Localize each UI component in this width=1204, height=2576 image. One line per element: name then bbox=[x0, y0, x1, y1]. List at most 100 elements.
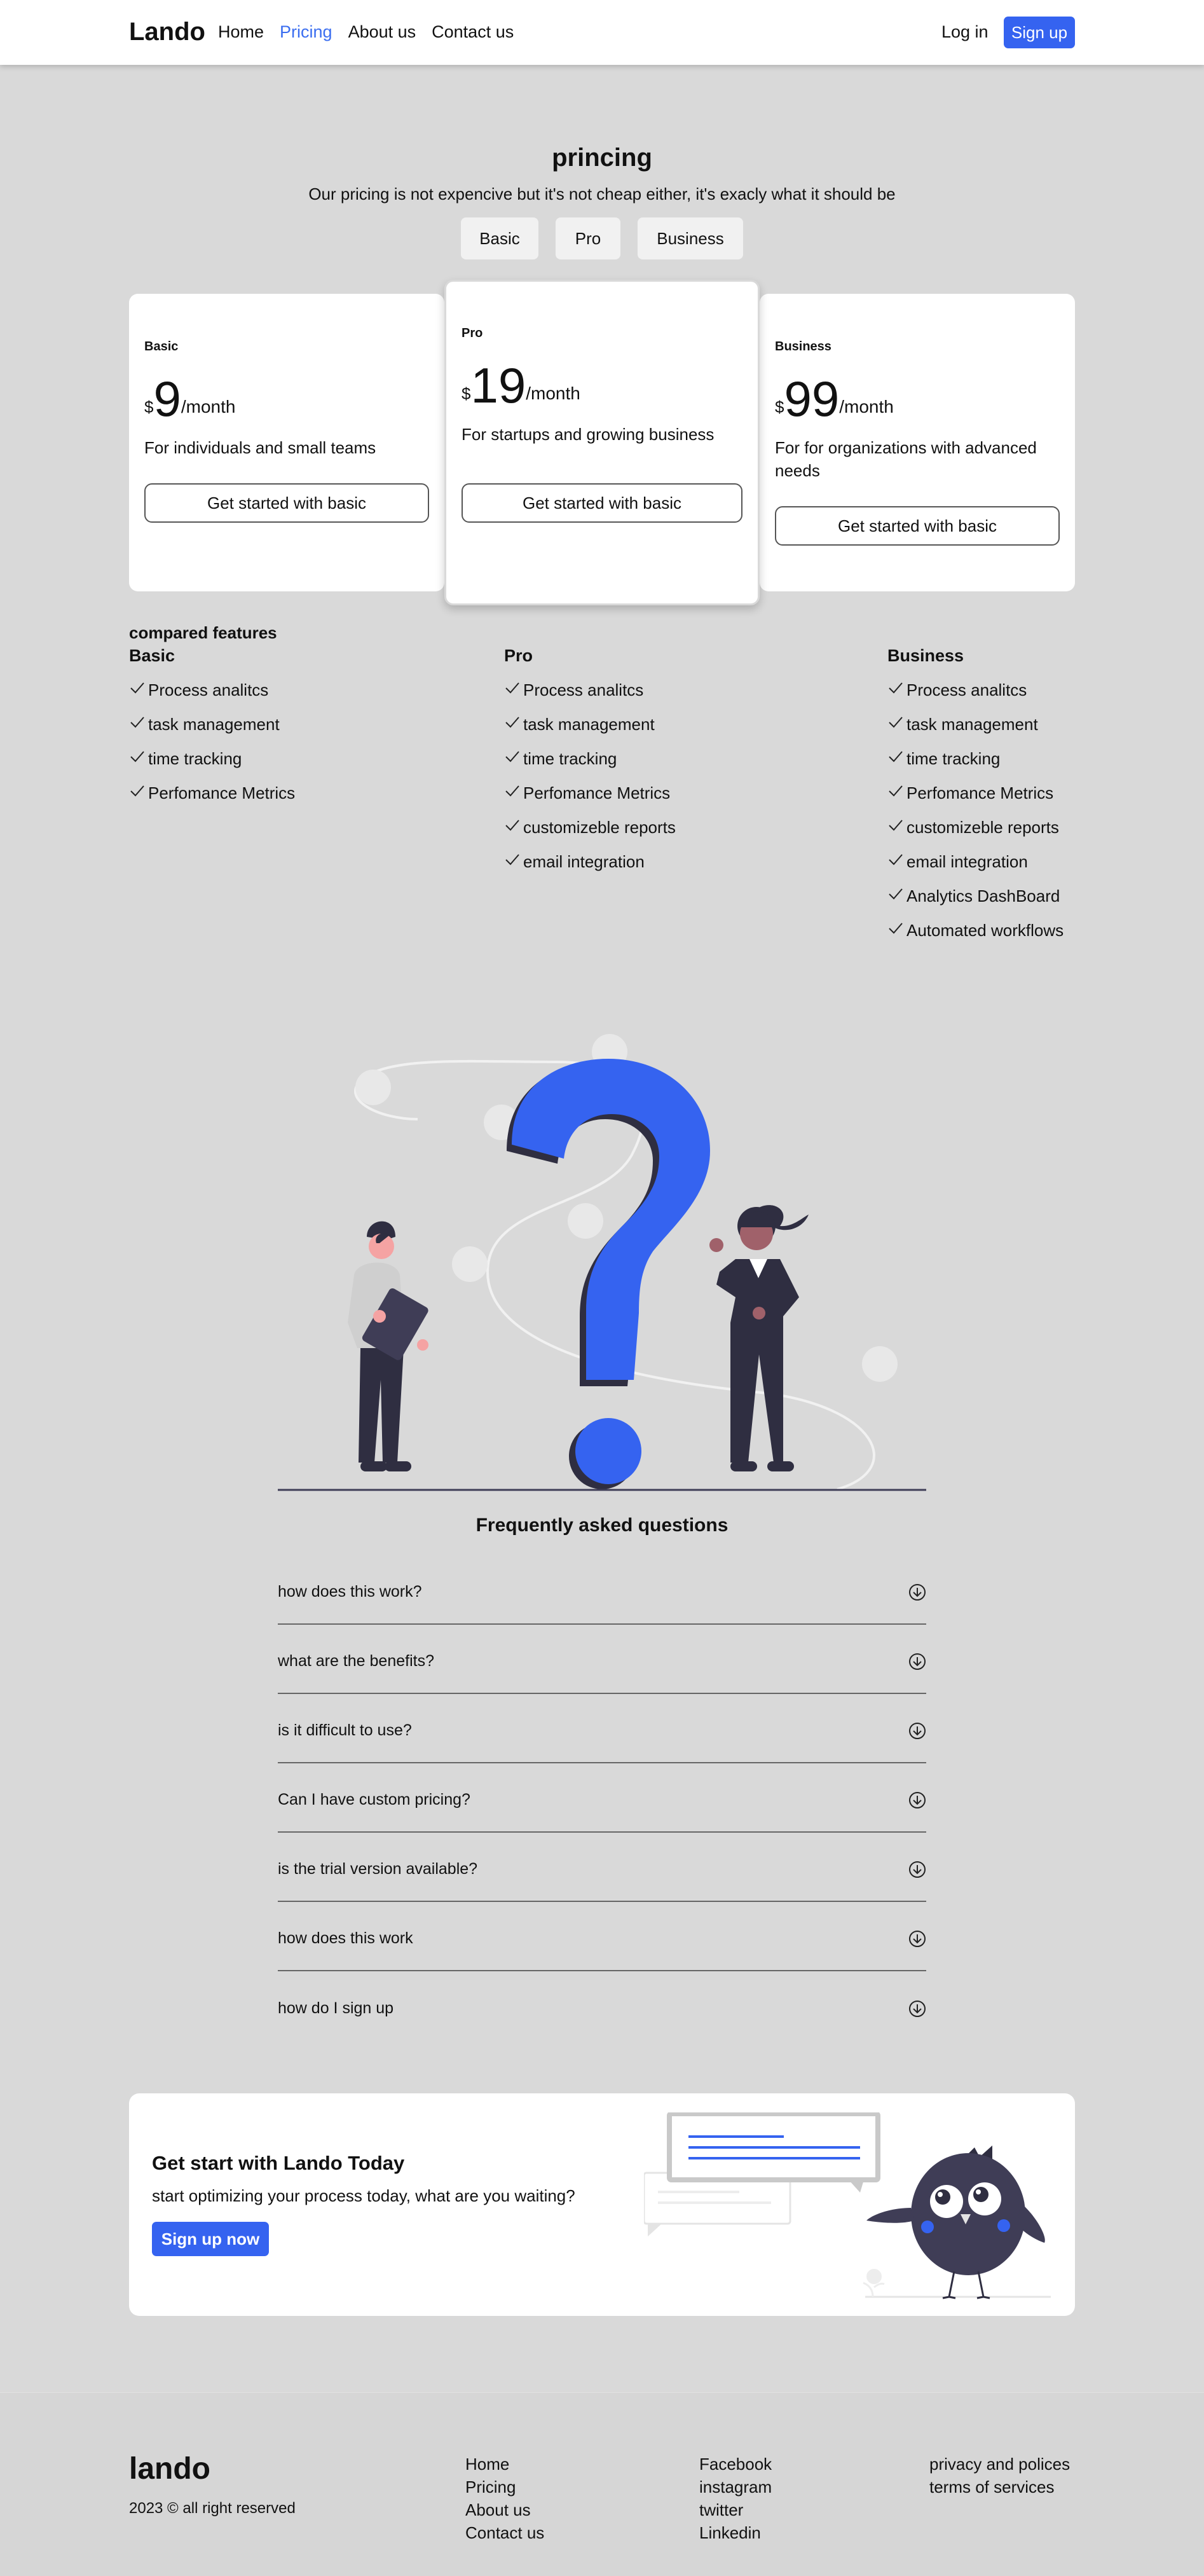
check-icon bbox=[889, 751, 903, 762]
plan-price: $ 19 /month bbox=[462, 361, 580, 410]
feature-item: time tracking bbox=[504, 749, 676, 783]
plan-description: For for organizations with advanced need… bbox=[775, 438, 1037, 480]
feature-item: Perfomance Metrics bbox=[129, 783, 295, 818]
plan-price: $ 99 /month bbox=[775, 371, 894, 427]
nav-link-home[interactable]: Home bbox=[218, 22, 264, 42]
arrow-down-circle-icon[interactable] bbox=[908, 1930, 926, 1948]
faq-item[interactable]: what are the benefits? bbox=[278, 1625, 926, 1694]
price-currency: $ bbox=[775, 397, 784, 417]
faq-item[interactable]: Can I have custom pricing? bbox=[278, 1763, 926, 1833]
footer-link-instagram[interactable]: instagram bbox=[699, 2476, 772, 2498]
check-icon bbox=[130, 682, 144, 694]
footer-link-twitter[interactable]: twitter bbox=[699, 2498, 772, 2521]
price-currency: $ bbox=[462, 384, 471, 403]
feature-label: task management bbox=[148, 715, 280, 734]
plan-description: For individuals and small teams bbox=[144, 438, 376, 457]
feature-label: email integration bbox=[523, 852, 645, 871]
check-icon bbox=[889, 785, 903, 797]
footer-link-linkedin[interactable]: Linkedin bbox=[699, 2521, 772, 2544]
check-icon bbox=[889, 923, 903, 934]
arrow-down-circle-icon[interactable] bbox=[908, 1653, 926, 1670]
feature-item: email integration bbox=[504, 852, 676, 886]
check-icon bbox=[889, 888, 903, 900]
feature-label: Process analitcs bbox=[906, 680, 1027, 699]
nav-link-about[interactable]: About us bbox=[348, 22, 416, 42]
feature-label: email integration bbox=[906, 852, 1028, 871]
footer-logo[interactable]: lando bbox=[129, 2451, 210, 2486]
arrow-down-circle-icon[interactable] bbox=[908, 1861, 926, 1878]
faq-item[interactable]: how do I sign up bbox=[278, 1971, 926, 2041]
signup-button[interactable]: Sign up bbox=[1004, 17, 1075, 48]
check-icon bbox=[889, 820, 903, 831]
feature-label: time tracking bbox=[148, 749, 242, 768]
check-icon bbox=[505, 751, 519, 762]
feature-label: customizeble reports bbox=[906, 818, 1059, 837]
tab-basic[interactable]: Basic bbox=[461, 217, 538, 259]
faq-question: how do I sign up bbox=[278, 1999, 394, 2017]
feature-label: time tracking bbox=[523, 749, 617, 768]
footer-link-contact[interactable]: Contact us bbox=[465, 2521, 544, 2544]
brand-logo[interactable]: Lando bbox=[129, 18, 205, 46]
footer-link-home[interactable]: Home bbox=[465, 2453, 544, 2476]
footer-link-terms[interactable]: terms of services bbox=[929, 2476, 1070, 2498]
signup-now-button[interactable]: Sign up now bbox=[152, 2222, 269, 2256]
feature-label: Perfomance Metrics bbox=[906, 783, 1054, 802]
faq-item[interactable]: how does this work? bbox=[278, 1555, 926, 1625]
feature-label: time tracking bbox=[906, 749, 1001, 768]
features-column-basic: Basic Process analitcs task management tim… bbox=[129, 646, 295, 818]
feature-label: Analytics DashBoard bbox=[906, 886, 1060, 906]
get-started-business-button[interactable]: Get started with basic bbox=[775, 506, 1060, 546]
footer-link-facebook[interactable]: Facebook bbox=[699, 2453, 772, 2476]
price-period: /month bbox=[181, 397, 236, 417]
feature-item: time tracking bbox=[887, 749, 1064, 783]
faq-question: how does this work? bbox=[278, 1583, 422, 1601]
footer-link-privacy[interactable]: privacy and polices bbox=[929, 2453, 1070, 2476]
footer-social-links: Facebook instagram twitter Linkedin bbox=[699, 2453, 772, 2544]
feature-label: Process analitcs bbox=[148, 680, 269, 699]
feature-item: email integration bbox=[887, 852, 1064, 886]
nav-link-contact[interactable]: Contact us bbox=[432, 22, 514, 42]
feature-item: Process analitcs bbox=[504, 680, 676, 715]
check-icon bbox=[505, 717, 519, 728]
check-icon bbox=[889, 682, 903, 694]
price-period: /month bbox=[526, 383, 580, 403]
arrow-down-circle-icon[interactable] bbox=[908, 1722, 926, 1740]
faq-question: is the trial version available? bbox=[278, 1860, 478, 1878]
plan-name: Basic bbox=[144, 340, 179, 354]
plan-description: For startups and growing business bbox=[462, 425, 715, 444]
check-icon bbox=[889, 854, 903, 865]
check-icon bbox=[130, 785, 144, 797]
price-amount: 99 bbox=[784, 371, 840, 427]
footer-copyright: 2023 © all right reserved bbox=[129, 2500, 296, 2517]
tab-business[interactable]: Business bbox=[638, 217, 743, 259]
features-column-pro: Pro Process analitcs task management time … bbox=[504, 646, 676, 886]
price-currency: $ bbox=[144, 397, 154, 417]
check-icon bbox=[889, 717, 903, 728]
arrow-down-circle-icon[interactable] bbox=[908, 2000, 926, 2018]
feature-item: task management bbox=[129, 715, 295, 749]
footer-link-pricing[interactable]: Pricing bbox=[465, 2476, 544, 2498]
get-started-basic-button[interactable]: Get started with basic bbox=[144, 483, 429, 523]
feature-item: Process analitcs bbox=[129, 680, 295, 715]
nav-link-pricing[interactable]: Pricing bbox=[280, 22, 332, 42]
arrow-down-circle-icon[interactable] bbox=[908, 1583, 926, 1601]
feature-item: Process analitcs bbox=[887, 680, 1064, 715]
faq-question: Can I have custom pricing? bbox=[278, 1791, 470, 1808]
features-column-head: Pro bbox=[504, 646, 533, 665]
feature-item: task management bbox=[887, 715, 1064, 749]
footer-link-about[interactable]: About us bbox=[465, 2498, 544, 2521]
feature-item: time tracking bbox=[129, 749, 295, 783]
arrow-down-circle-icon[interactable] bbox=[908, 1791, 926, 1809]
feature-label: Process analitcs bbox=[523, 680, 644, 699]
tab-pro[interactable]: Pro bbox=[556, 217, 620, 259]
faq-question: how does this work bbox=[278, 1929, 413, 1947]
faq-item[interactable]: is the trial version available? bbox=[278, 1833, 926, 1902]
plan-price: $ 9 /month bbox=[144, 374, 236, 424]
faq-item[interactable]: is it difficult to use? bbox=[278, 1694, 926, 1763]
feature-item: Analytics DashBoard bbox=[887, 886, 1064, 921]
login-link[interactable]: Log in bbox=[941, 22, 989, 42]
plan-name: Pro bbox=[462, 326, 483, 340]
faq-item[interactable]: how does this work bbox=[278, 1902, 926, 1971]
faq-title: Frequently asked questions bbox=[475, 1515, 729, 1536]
get-started-pro-button[interactable]: Get started with basic bbox=[462, 483, 742, 523]
